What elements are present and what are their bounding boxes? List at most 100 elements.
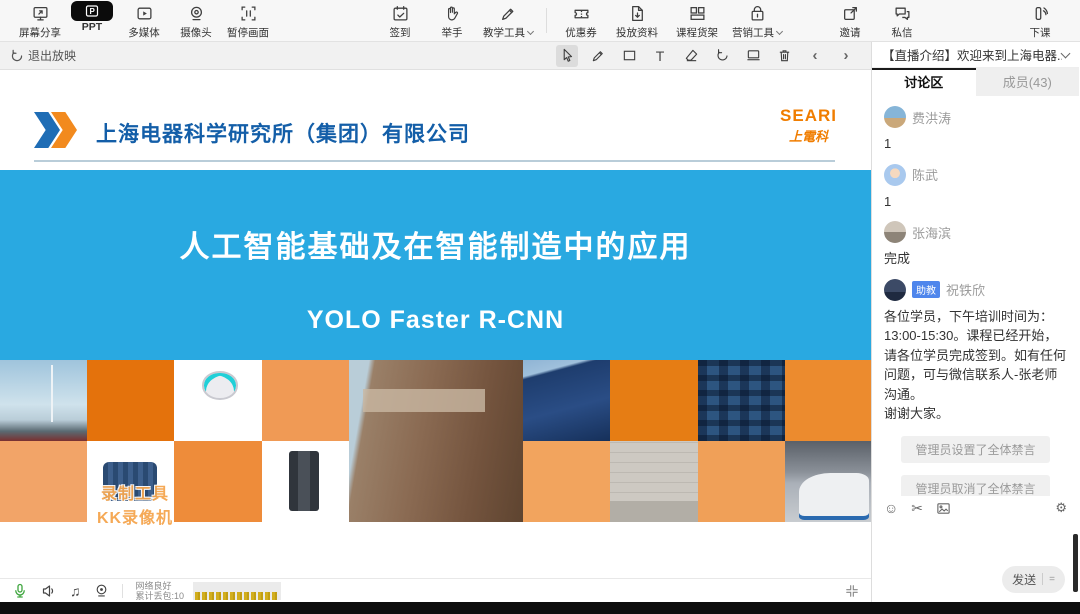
course-shelf-button[interactable]: 课程货架 — [667, 0, 727, 41]
username: 祝铁欣 — [946, 280, 985, 299]
chat-message: 费洪涛 1 — [884, 106, 1067, 154]
scrollbar-thumb[interactable] — [1073, 534, 1078, 592]
username: 张海滨 — [912, 223, 951, 242]
send-options-icon[interactable]: = — [1049, 574, 1055, 585]
top-toolbar: 屏幕分享 P PPT 多媒体 摄像头 — [0, 0, 1080, 42]
toolbar-label: 举手 — [442, 25, 463, 40]
ppt-button[interactable]: P PPT — [66, 0, 118, 41]
watermark-line: 录制工具 — [80, 480, 190, 504]
toolbar-label: 私信 — [892, 25, 913, 40]
eraser-tool-button[interactable] — [680, 45, 702, 67]
toolbar-label: 教学工具 — [483, 25, 533, 40]
presentation-toolbar: 退出放映 T — [0, 42, 871, 70]
toolbar-group-teaching: 签到 举手 教学工具 优惠券 — [374, 0, 787, 41]
avatar — [884, 279, 906, 301]
photo-solar-panels — [523, 360, 610, 441]
rectangle-tool-button[interactable] — [618, 45, 640, 67]
text-tool-button[interactable]: T — [649, 45, 671, 67]
toolbar-label: 摄像头 — [180, 25, 212, 40]
app-window: 屏幕分享 P PPT 多媒体 摄像头 — [0, 0, 1080, 614]
photo-electric-car — [785, 441, 871, 522]
pause-screen-icon — [240, 3, 257, 23]
coupon-icon — [573, 3, 590, 23]
tab-members[interactable]: 成员(43) — [976, 68, 1080, 96]
pause-screen-button[interactable]: 暂停画面 — [222, 0, 274, 41]
materials-icon — [629, 3, 646, 23]
music-button[interactable]: ♫ — [70, 583, 81, 599]
marketing-tools-button[interactable]: 营销工具 — [727, 0, 787, 41]
seari-logo-text: SEARI — [780, 106, 837, 126]
pencil-tool-button[interactable] — [587, 45, 609, 67]
prev-slide-button[interactable]: ‹ — [804, 45, 826, 67]
strip-cell — [262, 360, 349, 441]
toolbar-label: 课程货架 — [676, 25, 718, 40]
microphone-button[interactable] — [12, 583, 28, 599]
toolbar-label: 邀请 — [840, 25, 861, 40]
sign-in-button[interactable]: 签到 — [374, 0, 426, 41]
toolbar-label: 下课 — [1030, 25, 1051, 40]
chat-message: 管理员取消了全体禁言 — [884, 475, 1067, 497]
send-button[interactable]: 发送 = — [1002, 566, 1065, 593]
chevron-down-icon[interactable] — [1061, 48, 1071, 58]
collapse-handle-icon[interactable] — [845, 584, 859, 598]
invite-icon — [842, 3, 859, 23]
send-row: 发送 = — [872, 564, 1079, 602]
message-header: 费洪涛 — [884, 106, 1067, 128]
message-text: 完成 — [884, 249, 1067, 269]
strip-cell — [523, 441, 610, 522]
message-text: 1 — [884, 192, 1067, 212]
toolbar-label: 多媒体 — [128, 25, 160, 40]
chevron-decoration — [34, 112, 68, 148]
live-intro-header[interactable]: 【直播介绍】欢迎来到上海电器... — [872, 42, 1079, 68]
materials-button[interactable]: 投放资料 — [607, 0, 667, 41]
toolbar-group-media: 屏幕分享 P PPT 多媒体 摄像头 — [14, 0, 274, 41]
chat-message: 张海滨 完成 — [884, 221, 1067, 269]
select-tool-button[interactable] — [556, 45, 578, 67]
avatar — [884, 164, 906, 186]
end-class-icon — [1032, 3, 1049, 23]
webcam-button[interactable] — [94, 583, 109, 598]
multimedia-icon — [136, 3, 153, 23]
system-notice: 管理员取消了全体禁言 — [901, 475, 1049, 497]
teaching-tools-icon — [500, 3, 517, 23]
next-slide-button[interactable]: › — [835, 45, 857, 67]
toolbar-label: 投放资料 — [616, 25, 658, 40]
teaching-tools-button[interactable]: 教学工具 — [478, 0, 538, 41]
network-graph — [193, 582, 281, 600]
clear-trash-button[interactable] — [773, 45, 795, 67]
screen-share-icon — [32, 3, 49, 23]
ppt-slide[interactable]: 上海电器科学研究所（集团）有限公司 SEARI 上電科 人工智能基础及在智能制造… — [0, 70, 871, 578]
message-input[interactable] — [872, 520, 1079, 564]
speaker-button[interactable] — [41, 583, 57, 599]
multimedia-button[interactable]: 多媒体 — [118, 0, 170, 41]
whiteboard-button[interactable] — [742, 45, 764, 67]
image-upload-button[interactable] — [936, 501, 951, 516]
undo-button[interactable] — [711, 45, 733, 67]
exit-presentation-icon — [10, 49, 24, 63]
recorder-watermark: 录制工具 KK录像机 — [80, 480, 190, 528]
chat-message-list[interactable]: 费洪涛 1 陈武 1 — [872, 96, 1079, 496]
live-intro-title: 【直播介绍】欢迎来到上海电器... — [882, 45, 1062, 64]
username: 陈武 — [912, 165, 938, 184]
camera-icon — [188, 3, 205, 23]
chat-message: 管理员设置了全体禁言 — [884, 436, 1067, 463]
emoji-button[interactable]: ☺ — [884, 500, 898, 516]
end-class-button[interactable]: 下课 — [1014, 0, 1066, 41]
screenshot-scissors-button[interactable]: ✂ — [911, 500, 923, 517]
chat-toolbar: ☺ ✂ ⚙ — [872, 496, 1079, 520]
avatar — [884, 106, 906, 128]
private-message-button[interactable]: 私信 — [876, 0, 928, 41]
photo-building — [349, 360, 523, 522]
exit-presentation-button[interactable]: 退出放映 — [10, 47, 76, 64]
coupon-button[interactable]: 优惠券 — [555, 0, 607, 41]
course-shelf-icon — [689, 3, 706, 23]
tab-discussion[interactable]: 讨论区 — [872, 68, 976, 96]
camera-button[interactable]: 摄像头 — [170, 0, 222, 41]
chat-message: 陈武 1 — [884, 164, 1067, 212]
screen-share-button[interactable]: 屏幕分享 — [14, 0, 66, 41]
seari-logo-subtext: 上電科 — [780, 126, 837, 145]
presentation-area: 退出放映 T — [0, 42, 872, 602]
invite-button[interactable]: 邀请 — [824, 0, 876, 41]
chat-settings-gear-icon[interactable]: ⚙ — [1055, 500, 1067, 516]
raise-hand-button[interactable]: 举手 — [426, 0, 478, 41]
